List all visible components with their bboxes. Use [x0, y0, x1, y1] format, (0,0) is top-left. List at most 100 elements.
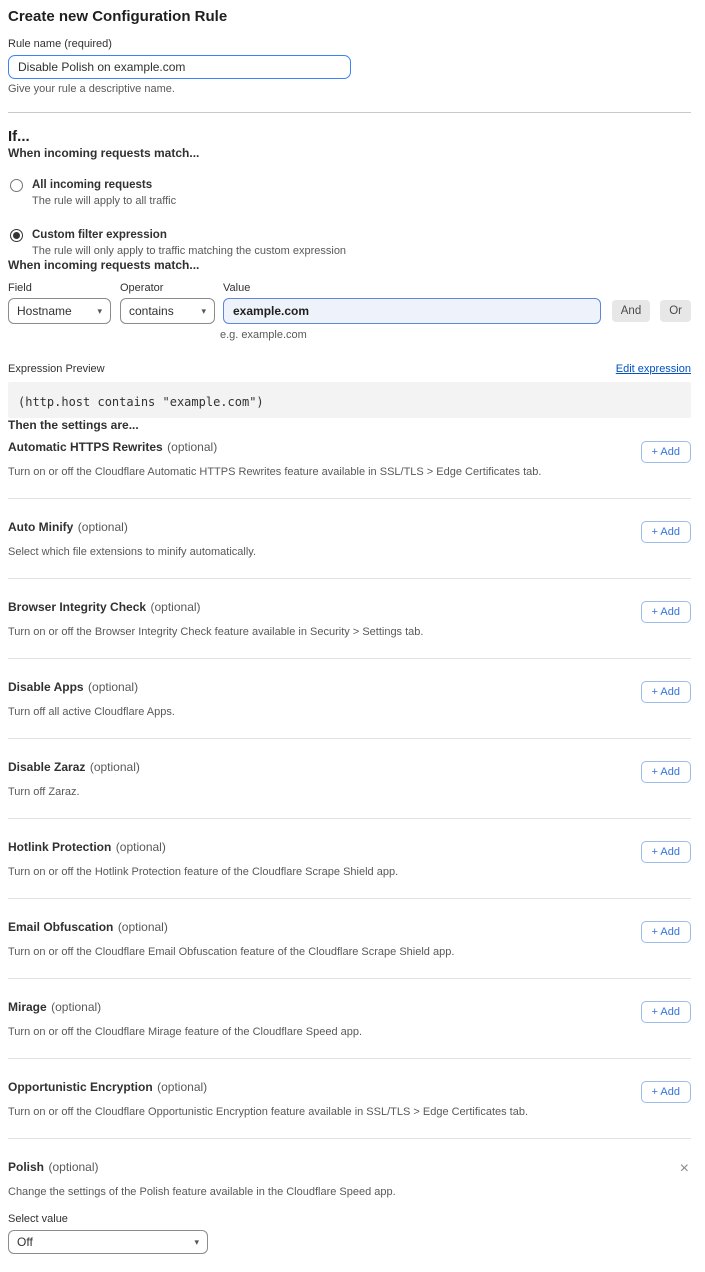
expression-code: (http.host contains "example.com") [18, 395, 264, 409]
setting-description: Turn on or off the Cloudflare Mirage fea… [8, 1025, 362, 1039]
operator-label: Operator [120, 282, 215, 295]
add-button[interactable]: + Add [641, 841, 691, 863]
setting-optional-tag: (optional) [51, 1000, 101, 1014]
close-icon[interactable]: × [678, 1161, 691, 1176]
radio-option-label: Custom filter expression [32, 228, 346, 242]
rule-name-help: Give your rule a descriptive name. [8, 83, 691, 96]
setting-optional-tag: (optional) [116, 840, 166, 854]
setting-description: Turn off Zaraz. [8, 785, 140, 799]
radio-option-label: All incoming requests [32, 178, 176, 192]
setting-title: Polish [8, 1160, 44, 1174]
filter-builder-heading: When incoming requests match... [8, 258, 691, 273]
setting-optional-tag: (optional) [118, 920, 168, 934]
setting-description: Turn on or off the Cloudflare Email Obfu… [8, 945, 454, 959]
filter-builder-row: Field Hostname ▾ Operator contains ▾ Val… [8, 282, 691, 324]
setting-text: Browser Integrity Check (optional) Turn … [8, 599, 423, 639]
setting-title: Disable Apps [8, 680, 84, 694]
operator-select-value: contains [129, 304, 174, 318]
add-button[interactable]: + Add [641, 1081, 691, 1103]
setting-title: Disable Zaraz [8, 760, 85, 774]
add-button[interactable]: + Add [641, 681, 691, 703]
polish-select-label: Select value [8, 1213, 396, 1226]
value-input[interactable] [223, 298, 601, 324]
page-title: Create new Configuration Rule [8, 8, 691, 26]
conjunction-buttons: And Or [612, 282, 691, 322]
setting-title: Automatic HTTPS Rewrites [8, 440, 163, 454]
setting-row: Hotlink Protection (optional) Turn on or… [8, 819, 691, 899]
section-divider [8, 112, 691, 113]
setting-optional-tag: (optional) [48, 1160, 98, 1174]
chevron-down-icon: ▾ [97, 306, 102, 317]
setting-text: Email Obfuscation (optional) Turn on or … [8, 919, 454, 959]
radio-option-custom-filter-expression[interactable]: Custom filter expression The rule will o… [8, 228, 691, 258]
setting-title: Auto Minify [8, 520, 73, 534]
setting-title: Email Obfuscation [8, 920, 113, 934]
setting-description: Turn on or off the Browser Integrity Che… [8, 625, 423, 639]
setting-row-polish: Polish (optional) Change the settings of… [8, 1139, 691, 1254]
setting-text: Mirage (optional) Turn on or off the Clo… [8, 999, 362, 1039]
setting-text: Disable Apps (optional) Turn off all act… [8, 679, 175, 719]
setting-text: Disable Zaraz (optional) Turn off Zaraz. [8, 759, 140, 799]
add-button[interactable]: + Add [641, 441, 691, 463]
setting-optional-tag: (optional) [78, 520, 128, 534]
edit-expression-link[interactable]: Edit expression [616, 363, 691, 375]
setting-text: Hotlink Protection (optional) Turn on or… [8, 839, 398, 879]
setting-row: Disable Zaraz (optional) Turn off Zaraz.… [8, 739, 691, 819]
setting-description: Turn off all active Cloudflare Apps. [8, 705, 175, 719]
radio-option-description: The rule will only apply to traffic matc… [32, 244, 346, 258]
setting-optional-tag: (optional) [90, 760, 140, 774]
setting-text: Opportunistic Encryption (optional) Turn… [8, 1079, 528, 1119]
setting-optional-tag: (optional) [88, 680, 138, 694]
operator-select[interactable]: contains ▾ [120, 298, 215, 324]
setting-text: Polish (optional) Change the settings of… [8, 1159, 396, 1254]
setting-row: Auto Minify (optional) Select which file… [8, 499, 691, 579]
setting-row: Automatic HTTPS Rewrites (optional) Turn… [8, 433, 691, 499]
setting-optional-tag: (optional) [157, 1080, 207, 1094]
radio-option-text: All incoming requests The rule will appl… [32, 178, 176, 208]
if-heading: If... [8, 128, 691, 146]
radio-option-text: Custom filter expression The rule will o… [32, 228, 346, 258]
radio-unselected-icon[interactable] [10, 179, 23, 192]
field-select[interactable]: Hostname ▾ [8, 298, 111, 324]
radio-option-all-incoming-requests[interactable]: All incoming requests The rule will appl… [8, 178, 691, 208]
radio-selected-icon[interactable] [10, 229, 23, 242]
add-button[interactable]: + Add [641, 601, 691, 623]
add-button[interactable]: + Add [641, 921, 691, 943]
polish-select-value: Off [17, 1235, 33, 1249]
rule-name-input[interactable] [8, 55, 351, 79]
setting-row: Email Obfuscation (optional) Turn on or … [8, 899, 691, 979]
setting-description: Select which file extensions to minify a… [8, 545, 256, 559]
if-subheading: When incoming requests match... [8, 146, 691, 161]
setting-title: Mirage [8, 1000, 47, 1014]
settings-heading: Then the settings are... [8, 418, 691, 433]
add-button[interactable]: + Add [641, 1001, 691, 1023]
or-button[interactable]: Or [660, 300, 691, 322]
expression-preview-box: (http.host contains "example.com") [8, 382, 691, 418]
setting-text: Automatic HTTPS Rewrites (optional) Turn… [8, 439, 541, 479]
chevron-down-icon: ▾ [194, 1237, 199, 1248]
setting-row: Browser Integrity Check (optional) Turn … [8, 579, 691, 659]
settings-list: Automatic HTTPS Rewrites (optional) Turn… [8, 433, 691, 1139]
setting-description: Turn on or off the Hotlink Protection fe… [8, 865, 398, 879]
setting-title: Browser Integrity Check [8, 600, 146, 614]
chevron-down-icon: ▾ [201, 306, 206, 317]
setting-description: Change the settings of the Polish featur… [8, 1185, 396, 1199]
setting-optional-tag: (optional) [151, 600, 201, 614]
add-button[interactable]: + Add [641, 761, 691, 783]
create-configuration-rule-form: Create new Configuration Rule Rule name … [0, 0, 705, 1264]
rule-name-label: Rule name (required) [8, 38, 691, 51]
setting-description: Turn on or off the Cloudflare Opportunis… [8, 1105, 528, 1119]
setting-row: Opportunistic Encryption (optional) Turn… [8, 1059, 691, 1139]
add-button[interactable]: + Add [641, 521, 691, 543]
expression-preview-label: Expression Preview [8, 363, 105, 375]
setting-text: Auto Minify (optional) Select which file… [8, 519, 256, 559]
setting-description: Turn on or off the Cloudflare Automatic … [8, 465, 541, 479]
polish-value-select[interactable]: Off ▾ [8, 1230, 208, 1254]
setting-title: Hotlink Protection [8, 840, 111, 854]
field-select-value: Hostname [17, 304, 72, 318]
setting-title: Opportunistic Encryption [8, 1080, 153, 1094]
value-help: e.g. example.com [220, 329, 691, 342]
and-button[interactable]: And [612, 300, 650, 322]
radio-option-description: The rule will apply to all traffic [32, 194, 176, 208]
setting-row: Disable Apps (optional) Turn off all act… [8, 659, 691, 739]
